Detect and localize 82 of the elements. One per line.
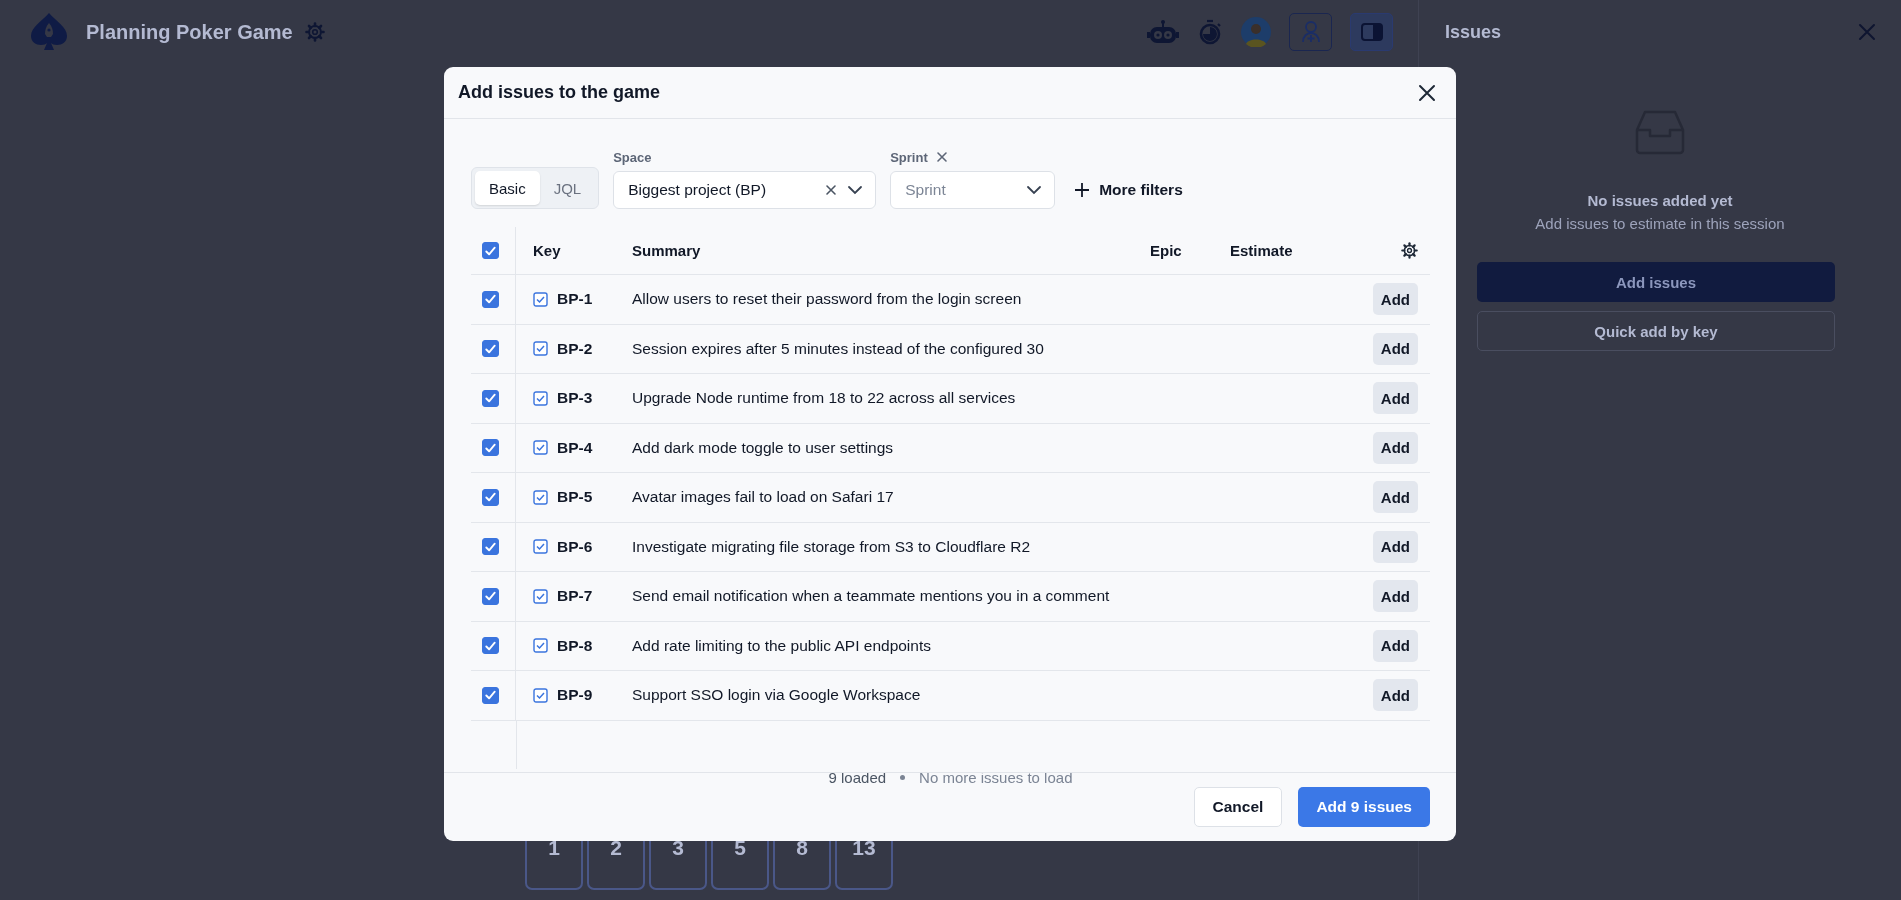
issue-key: BP-2 <box>557 339 593 358</box>
issue-summary: Support SSO login via Google Workspace <box>631 686 922 705</box>
loaded-count: 9 loaded <box>828 768 887 786</box>
remove-filter-icon[interactable] <box>935 151 948 163</box>
checkbox[interactable] <box>482 242 499 259</box>
issue-summary: Investigate migrating file storage from S3 to Cloudflare R2 <box>631 537 1032 556</box>
issue-key: BP-4 <box>557 438 593 457</box>
add-issues-button[interactable]: Add 9 issues <box>1298 787 1430 827</box>
issue-summary: Allow users to reset their password from the login screen <box>631 290 1023 309</box>
add-button[interactable]: Add <box>1372 580 1418 613</box>
load-status: No more issues to load <box>919 768 1073 786</box>
task-icon <box>533 687 548 703</box>
sidebar-icon <box>1360 23 1383 41</box>
checkbox[interactable] <box>482 637 499 655</box>
column-header: Key <box>532 242 562 259</box>
issue-key: BP-3 <box>557 389 593 408</box>
issue-summary: Upgrade Node runtime from 18 to 22 across all services <box>631 389 1017 408</box>
task-icon <box>533 341 548 357</box>
add-button[interactable]: Add <box>1372 530 1418 563</box>
task-icon <box>533 440 548 456</box>
user-plus-icon <box>1299 20 1322 44</box>
task-icon <box>533 539 548 555</box>
task-icon <box>533 489 548 505</box>
mode-tab[interactable]: JQL <box>539 171 596 205</box>
task-icon <box>533 638 548 654</box>
checkbox[interactable] <box>482 439 499 457</box>
issue-summary: Session expires after 5 minutes instead of the configured 30 <box>631 339 1045 358</box>
issue-key: BP-7 <box>557 587 593 606</box>
issue-key: BP-8 <box>557 636 593 655</box>
separator-dot <box>900 774 906 780</box>
page-title: Planning Poker Game <box>86 20 293 44</box>
dialog-title: Add issues to the game <box>458 82 661 103</box>
issue-key: BP-6 <box>557 537 593 556</box>
add-button[interactable]: Add <box>1372 679 1418 712</box>
checkbox[interactable] <box>482 587 499 605</box>
more-filters-button[interactable]: More filters <box>1069 171 1189 209</box>
add-button[interactable]: Add <box>1372 481 1418 514</box>
chevron-down-icon[interactable] <box>847 185 864 195</box>
filter-label: Space <box>613 149 652 165</box>
filter-label: Sprint <box>890 149 928 165</box>
issue-key: BP-9 <box>557 686 593 705</box>
add-button[interactable]: Add <box>1372 629 1418 662</box>
add-button[interactable]: Add <box>1372 283 1418 316</box>
issue-summary: Add dark mode toggle to user settings <box>631 438 895 457</box>
checkbox[interactable] <box>482 290 499 308</box>
task-icon <box>533 291 548 307</box>
column-header: Estimate <box>1230 242 1294 259</box>
add-button[interactable]: Add <box>1372 332 1418 365</box>
plus-icon <box>1075 183 1090 197</box>
select-placeholder: Sprint <box>905 181 946 198</box>
settings-icon[interactable] <box>1401 242 1418 259</box>
panel-title: Issues <box>1445 21 1502 43</box>
task-icon <box>533 390 548 406</box>
issue-key: BP-1 <box>557 290 593 309</box>
select-value: Biggest project (BP) <box>628 181 767 198</box>
quick-add-button[interactable]: Quick add by key <box>1477 311 1835 351</box>
clear-icon[interactable] <box>825 184 838 196</box>
chevron-down-icon[interactable] <box>1026 185 1043 195</box>
checkbox[interactable] <box>482 488 499 506</box>
close-icon[interactable] <box>1418 83 1436 102</box>
add-button[interactable]: Add <box>1372 382 1418 415</box>
empty-state-title: No issues added yet <box>1587 192 1733 209</box>
column-header: Epic <box>1150 242 1183 259</box>
mode-tab[interactable]: Basic <box>475 171 540 205</box>
empty-state-text: Add issues to estimate in this session <box>1535 215 1785 232</box>
issue-summary: Avatar images fail to load on Safari 17 <box>631 488 895 507</box>
column-header: Summary <box>631 242 702 259</box>
checkbox[interactable] <box>482 389 499 407</box>
add-button[interactable]: Add <box>1372 431 1418 464</box>
spade-rocket-logo <box>28 11 70 53</box>
add-issues-button[interactable]: Add issues <box>1477 262 1835 302</box>
checkbox[interactable] <box>482 340 499 358</box>
panel-toggle-button[interactable] <box>1350 13 1393 51</box>
checkbox[interactable] <box>482 686 499 704</box>
task-icon <box>533 588 548 604</box>
sprint-select[interactable]: Sprint <box>890 171 1056 209</box>
cancel-button[interactable]: Cancel <box>1193 787 1283 827</box>
issue-key: BP-5 <box>557 488 593 507</box>
space-select[interactable]: Biggest project (BP) <box>613 171 877 209</box>
checkbox[interactable] <box>482 538 499 556</box>
issue-summary: Send email notification when a teammate mentions you in a comment <box>631 587 1111 606</box>
issue-summary: Add rate limiting to the public API endpoints <box>631 636 932 655</box>
